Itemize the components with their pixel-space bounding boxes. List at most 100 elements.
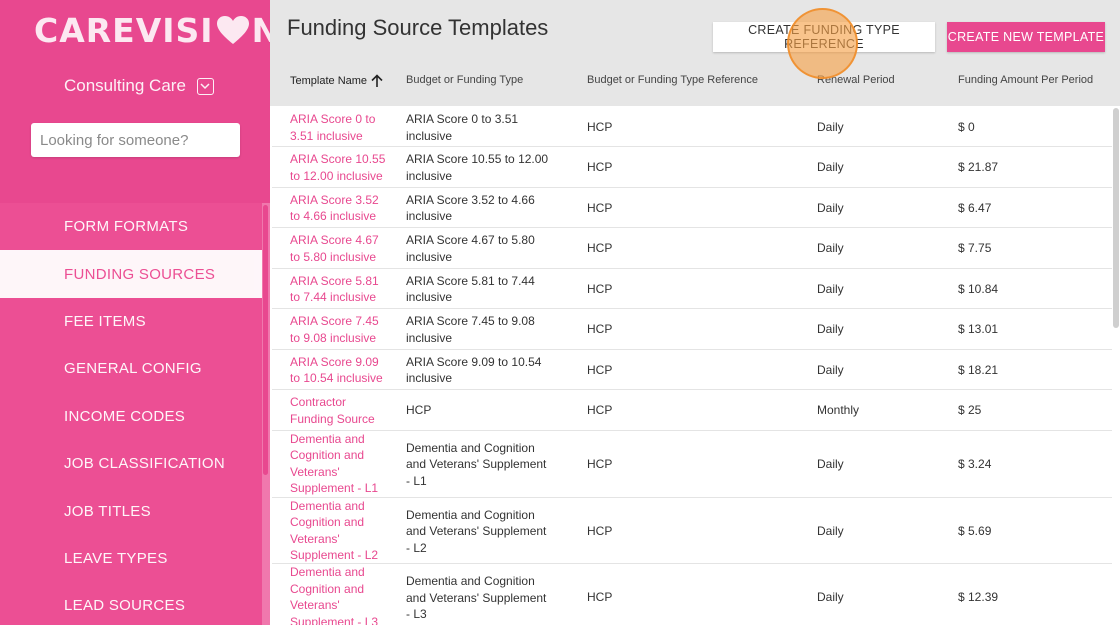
sidebar-item-label: JOB CLASSIFICATION xyxy=(64,455,225,473)
table-row[interactable]: Dementia and Cognition and Veterans' Sup… xyxy=(272,564,1112,625)
sidebar-item-label: GENERAL CONFIG xyxy=(64,360,202,378)
template-name-link[interactable]: ARIA Score 4.67 to 5.80 inclusive xyxy=(290,232,390,265)
table-row[interactable]: ARIA Score 4.67 to 5.80 inclusive ARIA S… xyxy=(272,228,1112,269)
create-new-template-button[interactable]: CREATE NEW TEMPLATE xyxy=(947,22,1105,52)
funding-amount-cell: $ 21.87 xyxy=(958,160,999,174)
renewal-period-cell: Daily xyxy=(817,523,844,538)
template-name-link[interactable]: ARIA Score 10.55 to 12.00 inclusive xyxy=(290,151,390,184)
budget-type-cell: ARIA Score 4.67 to 5.80 inclusive xyxy=(406,233,535,264)
table-row[interactable]: ARIA Score 9.09 to 10.54 inclusive ARIA … xyxy=(272,350,1112,390)
sidebar-item-label: LEAVE TYPES xyxy=(64,549,168,567)
sidebar-item-label: LEAD SOURCES xyxy=(64,597,186,615)
template-name-link[interactable]: Dementia and Cognition and Veterans' Sup… xyxy=(290,498,390,564)
table-row[interactable]: ARIA Score 7.45 to 9.08 inclusive ARIA S… xyxy=(272,309,1112,350)
type-reference-cell: HCP xyxy=(587,523,613,538)
carevision-logo[interactable]: CAREVISI N xyxy=(34,10,280,50)
type-reference-cell: HCP xyxy=(587,200,613,215)
funding-amount-cell: $ 3.24 xyxy=(958,456,992,471)
renewal-period-cell: Daily xyxy=(817,362,844,377)
type-reference-cell: HCP xyxy=(587,322,613,336)
renewal-period-cell: Daily xyxy=(817,200,844,215)
budget-type-cell: ARIA Score 10.55 to 12.00 inclusive xyxy=(406,152,549,183)
sidebar-scrollbar-thumb[interactable] xyxy=(263,205,268,475)
table-row[interactable]: Dementia and Cognition and Veterans' Sup… xyxy=(272,431,1112,498)
budget-type-cell: ARIA Score 0 to 3.51 inclusive xyxy=(406,112,519,143)
template-name-link[interactable]: ARIA Score 9.09 to 10.54 inclusive xyxy=(290,354,390,387)
create-funding-type-reference-button[interactable]: CREATE FUNDING TYPE REFERENCE xyxy=(713,22,935,52)
table-row[interactable]: ARIA Score 5.81 to 7.44 inclusive ARIA S… xyxy=(272,269,1112,309)
type-reference-cell: HCP xyxy=(587,120,613,134)
account-switcher[interactable]: Consulting Care xyxy=(64,76,214,96)
funding-amount-cell: $ 10.84 xyxy=(958,281,999,296)
funding-amount-cell: $ 18.21 xyxy=(958,362,999,377)
budget-type-cell: HCP xyxy=(406,403,432,417)
template-name-link[interactable]: ARIA Score 3.52 to 4.66 inclusive xyxy=(290,192,390,225)
page-header: Funding Source Templates CREATE FUNDING … xyxy=(270,0,1120,106)
sidebar-item-fee-items[interactable]: FEE ITEMS xyxy=(0,298,262,345)
type-reference-cell: HCP xyxy=(587,362,613,377)
renewal-period-cell: Daily xyxy=(817,322,844,336)
funding-amount-cell: $ 7.75 xyxy=(958,241,992,255)
budget-type-cell: ARIA Score 7.45 to 9.08 inclusive xyxy=(406,314,535,345)
sidebar: CAREVISI N Consulting Care FORM FORMATS … xyxy=(0,0,279,625)
sidebar-item-funding-sources[interactable]: FUNDING SOURCES xyxy=(0,250,262,298)
type-reference-cell: HCP xyxy=(587,241,613,255)
renewal-period-cell: Monthly xyxy=(817,403,860,417)
funding-amount-cell: $ 13.01 xyxy=(958,322,999,336)
budget-type-cell: Dementia and Cognition and Veterans' Sup… xyxy=(406,507,547,555)
table-scrollbar-thumb[interactable] xyxy=(1113,108,1119,328)
sidebar-header: CAREVISI N Consulting Care xyxy=(0,0,279,203)
heart-icon xyxy=(216,16,249,44)
table-row[interactable]: ARIA Score 3.52 to 4.66 inclusive ARIA S… xyxy=(272,188,1112,228)
column-header-template-name[interactable]: Template Name xyxy=(290,74,384,88)
funding-amount-cell: $ 25 xyxy=(958,403,982,417)
sidebar-nav: FORM FORMATS FUNDING SOURCES FEE ITEMS G… xyxy=(0,203,262,625)
sidebar-item-label: FORM FORMATS xyxy=(64,218,189,236)
table-scrollbar[interactable] xyxy=(1112,106,1120,625)
sidebar-item-general-config[interactable]: GENERAL CONFIG xyxy=(0,345,262,392)
sidebar-item-income-codes[interactable]: INCOME CODES xyxy=(0,393,262,440)
sidebar-item-lead-sources[interactable]: LEAD SOURCES xyxy=(0,582,262,625)
template-name-link[interactable]: ARIA Score 0 to 3.51 inclusive xyxy=(290,111,390,144)
funding-amount-cell: $ 5.69 xyxy=(958,523,992,538)
renewal-period-cell: Daily xyxy=(817,120,844,134)
template-name-link[interactable]: Contractor Funding Source xyxy=(290,394,390,427)
type-reference-cell: HCP xyxy=(587,590,613,604)
sidebar-item-label: FEE ITEMS xyxy=(64,312,146,330)
column-header-budget-type[interactable]: Budget or Funding Type xyxy=(406,74,523,86)
type-reference-cell: HCP xyxy=(587,456,613,471)
budget-type-cell: Dementia and Cognition and Veterans' Sup… xyxy=(406,574,547,621)
renewal-period-cell: Daily xyxy=(817,590,844,604)
funding-amount-cell: $ 12.39 xyxy=(958,590,999,604)
sidebar-item-form-formats[interactable]: FORM FORMATS xyxy=(0,203,262,250)
template-name-link[interactable]: ARIA Score 7.45 to 9.08 inclusive xyxy=(290,313,390,346)
funding-amount-cell: $ 6.47 xyxy=(958,200,992,215)
sidebar-item-label: FUNDING SOURCES xyxy=(64,265,216,283)
table-row[interactable]: ARIA Score 10.55 to 12.00 inclusive ARIA… xyxy=(272,147,1112,188)
logo-text-left: CAREVISI xyxy=(34,10,214,50)
column-header-renewal-period[interactable]: Renewal Period xyxy=(817,74,895,86)
sidebar-scrollbar[interactable] xyxy=(262,203,270,625)
renewal-period-cell: Daily xyxy=(817,281,844,296)
table-row[interactable]: Dementia and Cognition and Veterans' Sup… xyxy=(272,498,1112,564)
table-row[interactable]: Contractor Funding Source HCP HCP Monthl… xyxy=(272,390,1112,431)
table-row[interactable]: ARIA Score 0 to 3.51 inclusive ARIA Scor… xyxy=(272,106,1112,147)
renewal-period-cell: Daily xyxy=(817,456,844,471)
sidebar-item-job-classification[interactable]: JOB CLASSIFICATION xyxy=(0,440,262,487)
renewal-period-cell: Daily xyxy=(817,160,844,174)
budget-type-cell: ARIA Score 5.81 to 7.44 inclusive xyxy=(406,273,535,305)
column-header-type-reference[interactable]: Budget or Funding Type Reference xyxy=(587,74,758,86)
template-name-link[interactable]: Dementia and Cognition and Veterans' Sup… xyxy=(290,564,390,625)
search-input[interactable] xyxy=(31,123,240,157)
column-header-funding-amount[interactable]: Funding Amount Per Period xyxy=(958,74,1093,86)
sidebar-item-label: JOB TITLES xyxy=(64,502,151,520)
type-reference-cell: HCP xyxy=(587,281,613,296)
type-reference-cell: HCP xyxy=(587,403,613,417)
template-name-link[interactable]: ARIA Score 5.81 to 7.44 inclusive xyxy=(290,273,390,306)
sidebar-item-leave-types[interactable]: LEAVE TYPES xyxy=(0,535,262,582)
budget-type-cell: ARIA Score 3.52 to 4.66 inclusive xyxy=(406,192,535,224)
template-name-link[interactable]: Dementia and Cognition and Veterans' Sup… xyxy=(290,431,390,497)
sidebar-item-job-titles[interactable]: JOB TITLES xyxy=(0,487,262,534)
page-title: Funding Source Templates xyxy=(287,15,549,40)
column-header-label: Template Name xyxy=(290,75,368,87)
